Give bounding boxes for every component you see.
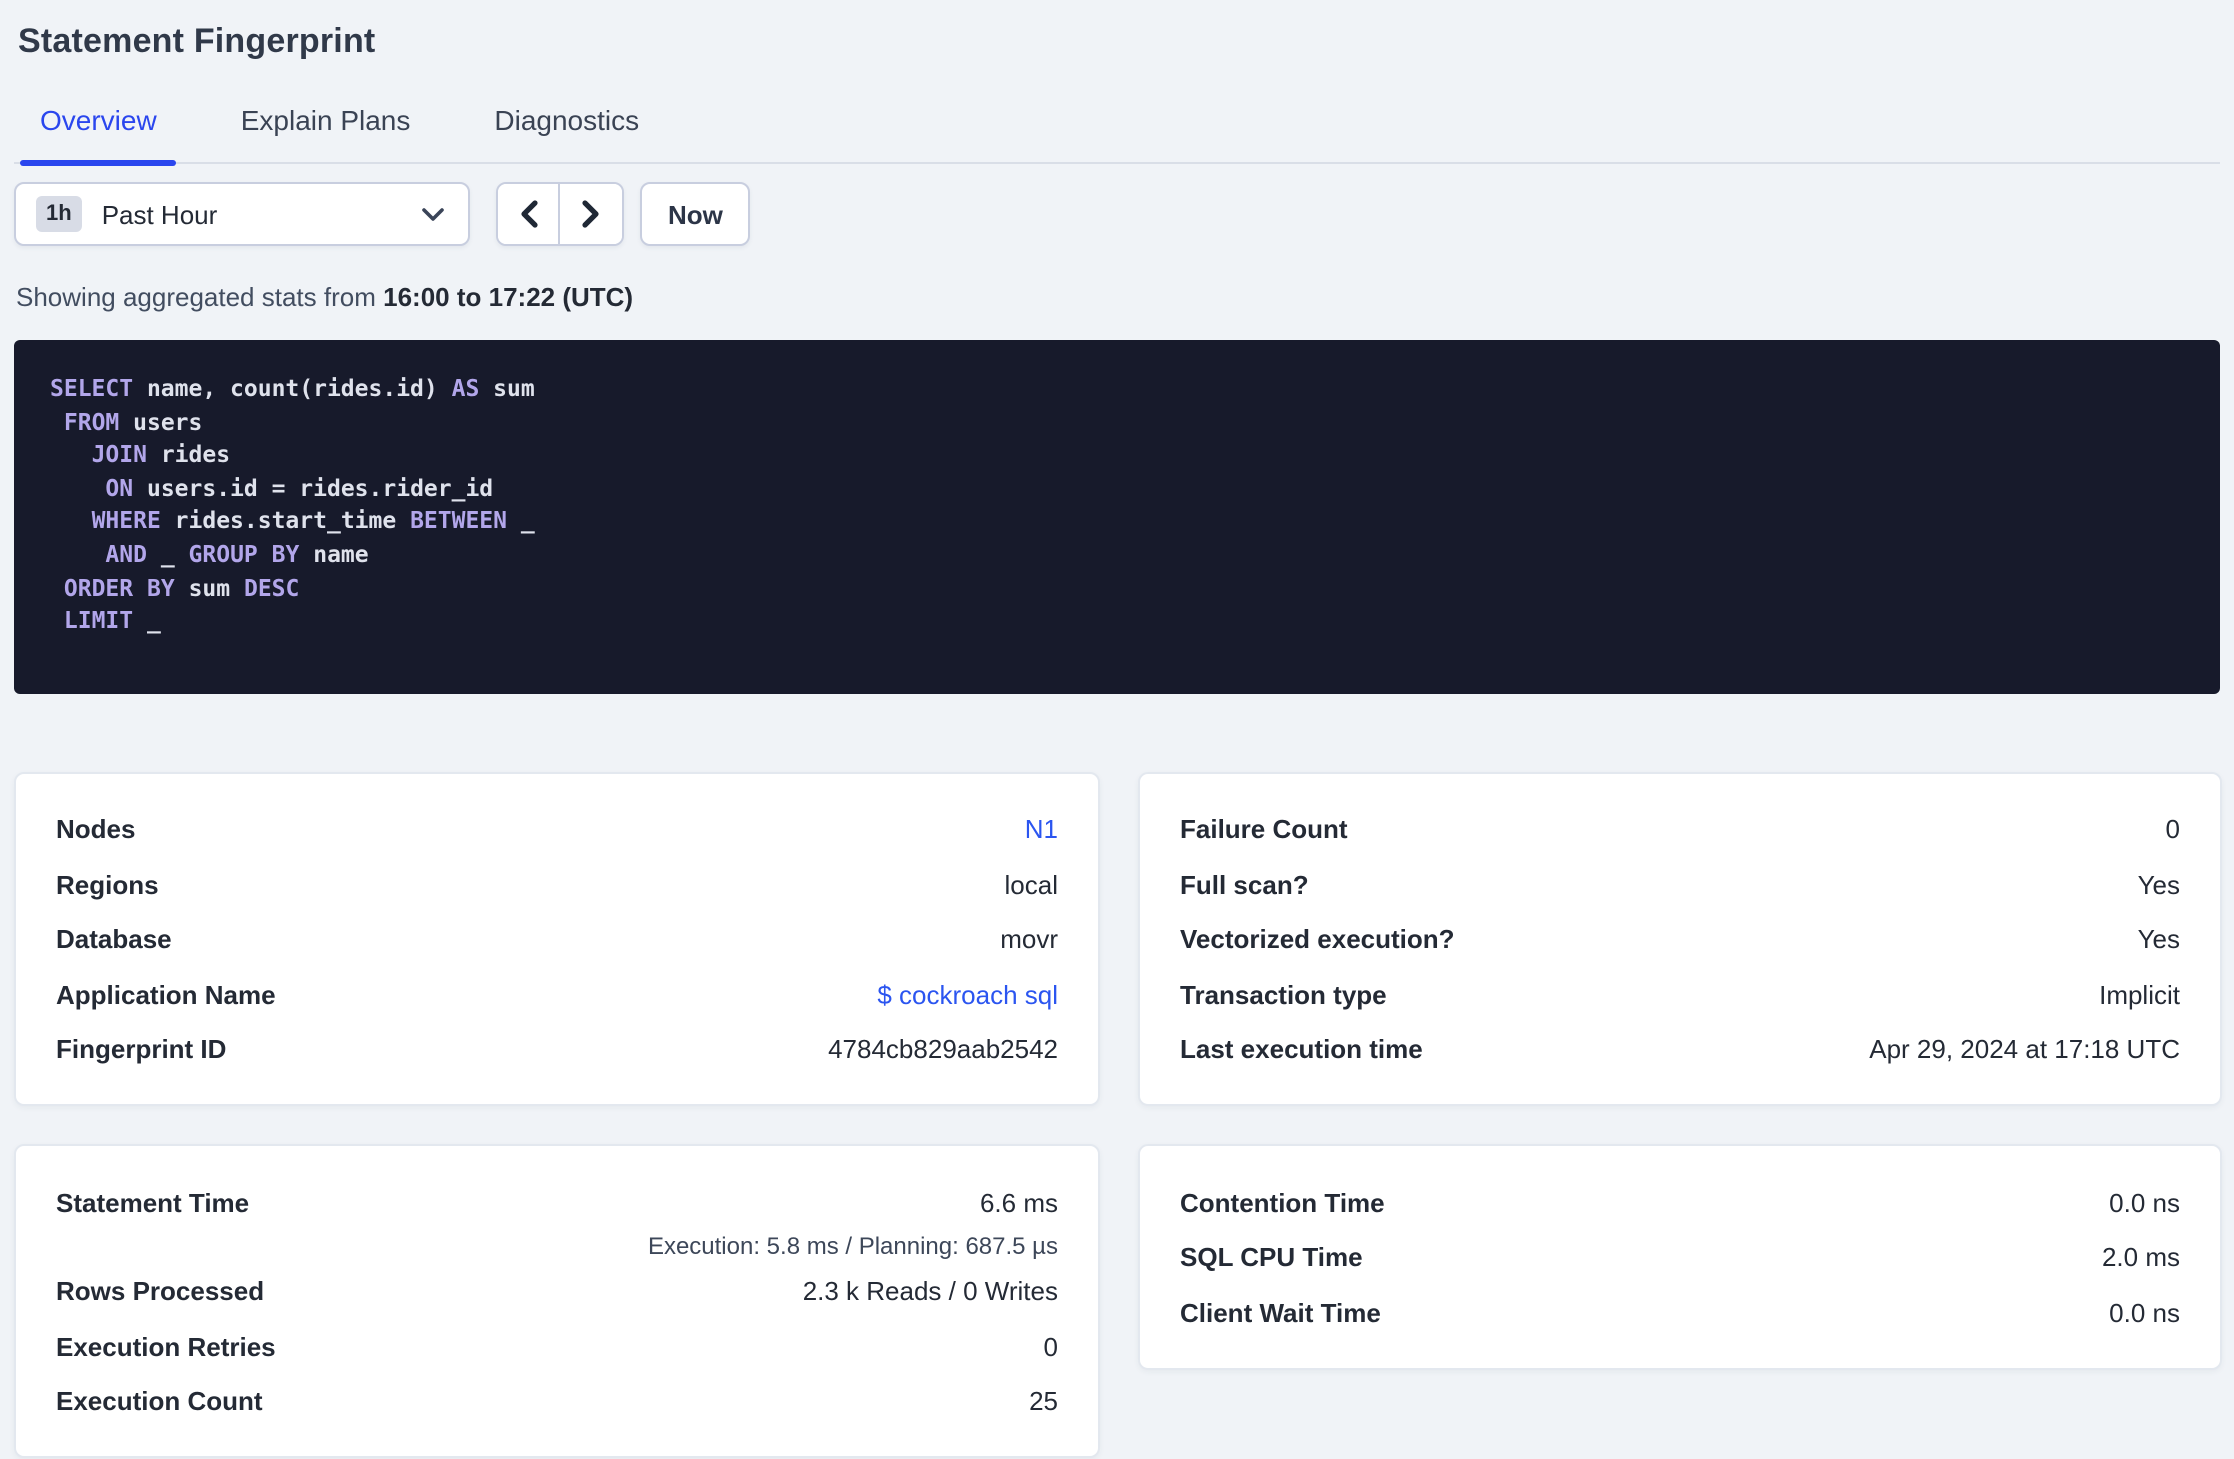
time-range-picker[interactable]: 1h Past Hour (14, 182, 470, 246)
tab-overview[interactable]: Overview (20, 104, 178, 166)
kv-row-execution-count: Execution Count 25 (56, 1374, 1058, 1429)
kv-row-full-scan: Full scan? Yes (1180, 857, 2180, 912)
kv-value: 0 (1043, 1331, 1058, 1361)
kv-label: Execution Count (56, 1386, 263, 1416)
kv-label: SQL CPU Time (1180, 1242, 1363, 1272)
kv-value: 0.0 ns (2109, 1187, 2180, 1217)
kv-row-fingerprint-id: Fingerprint ID 4784cb829aab2542 (56, 1022, 1058, 1077)
previous-interval-button[interactable] (498, 184, 560, 244)
overview-card-left: Nodes N1 Regions local Database movr App… (14, 771, 1100, 1107)
kv-value: Implicit (2099, 979, 2180, 1009)
kv-value: 0 (2165, 814, 2180, 844)
overview-card-right: Failure Count 0 Full scan? Yes Vectorize… (1138, 771, 2222, 1107)
time-controls: 1h Past Hour Now (14, 182, 2220, 246)
now-button[interactable]: Now (640, 182, 751, 246)
kv-label: Last execution time (1180, 1034, 1423, 1064)
tab-bar: Overview Explain Plans Diagnostics (14, 104, 2220, 166)
kv-label: Contention Time (1180, 1187, 1385, 1217)
kv-value: 6.6 ms (979, 1187, 1058, 1217)
kv-value: 0.0 ns (2109, 1297, 2180, 1327)
tab-diagnostics[interactable]: Diagnostics (474, 104, 659, 162)
kv-row-failure-count: Failure Count 0 (1180, 802, 2180, 857)
stats-caption-range: 16:00 to 17:22 (UTC) (383, 282, 634, 312)
stats-caption-prefix: Showing aggregated stats from (16, 282, 384, 312)
kv-row-execution-retries: Execution Retries 0 (56, 1319, 1058, 1374)
kv-value: 2.3 k Reads / 0 Writes (802, 1276, 1058, 1306)
chevron-right-icon (582, 200, 599, 228)
sql-statement-box: SELECT name, count(rides.id) AS sum FROM… (14, 340, 2220, 694)
kv-value: Apr 29, 2024 at 17:18 UTC (1869, 1034, 2180, 1064)
chevron-left-icon (520, 200, 537, 228)
kv-label: Statement Time (56, 1187, 250, 1217)
timing-card-left: Statement Time 6.6 ms Execution: 5.8 ms … (14, 1144, 1100, 1459)
nodes-link[interactable]: N1 (1025, 814, 1058, 844)
kv-value: Yes (2137, 924, 2180, 954)
kv-row-client-wait-time: Client Wait Time 0.0 ns (1180, 1285, 2180, 1340)
kv-label: Execution Retries (56, 1331, 276, 1361)
timing-card-right: Contention Time 0.0 ns SQL CPU Time 2.0 … (1138, 1144, 2222, 1370)
kv-label: Nodes (56, 814, 136, 844)
statement-time-breakdown: Execution: 5.8 ms / Planning: 687.5 µs (647, 1231, 1058, 1260)
kv-label: Failure Count (1180, 814, 1348, 844)
kv-row-contention-time: Contention Time 0.0 ns (1180, 1175, 2180, 1230)
kv-label: Transaction type (1180, 979, 1387, 1009)
kv-row-transaction-type: Transaction type Implicit (1180, 967, 2180, 1022)
time-range-badge: 1h (36, 196, 82, 232)
page-title: Statement Fingerprint (18, 22, 376, 60)
kv-value: 2.0 ms (2101, 1242, 2180, 1272)
kv-row-application-name: Application Name $ cockroach sql (56, 967, 1058, 1022)
statement-fingerprint-page: Statement Fingerprint Overview Explain P… (0, 0, 2234, 1459)
application-name-link[interactable]: $ cockroach sql (877, 979, 1058, 1009)
kv-value: movr (1000, 924, 1058, 954)
kv-row-database: Database movr (56, 912, 1058, 967)
kv-label: Fingerprint ID (56, 1034, 227, 1064)
kv-row-nodes: Nodes N1 (56, 802, 1058, 857)
kv-row-rows-processed: Rows Processed 2.3 k Reads / 0 Writes (56, 1264, 1058, 1319)
kv-value: 25 (1029, 1386, 1058, 1416)
kv-label: Database (56, 924, 172, 954)
aggregated-stats-caption: Showing aggregated stats from 16:00 to 1… (16, 282, 2220, 312)
chevron-down-icon (422, 207, 444, 220)
kv-row-sql-cpu-time: SQL CPU Time 2.0 ms (1180, 1230, 2180, 1285)
kv-value: local (1004, 869, 1059, 899)
summary-cards: Nodes N1 Regions local Database movr App… (14, 771, 2222, 1459)
kv-row-vectorized-execution: Vectorized execution? Yes (1180, 912, 2180, 967)
kv-row-statement-time: Statement Time 6.6 ms (56, 1175, 1058, 1230)
kv-row-regions: Regions local (56, 857, 1058, 912)
tab-explain-plans[interactable]: Explain Plans (221, 104, 431, 162)
kv-label: Full scan? (1180, 869, 1309, 899)
time-interval-stepper (496, 182, 624, 246)
kv-label: Regions (56, 869, 159, 899)
kv-label: Application Name (56, 979, 276, 1009)
kv-label: Client Wait Time (1180, 1297, 1381, 1327)
next-interval-button[interactable] (560, 184, 622, 244)
time-range-label: Past Hour (101, 199, 218, 229)
kv-label: Vectorized execution? (1180, 924, 1455, 954)
kv-row-last-execution-time: Last execution time Apr 29, 2024 at 17:1… (1180, 1022, 2180, 1077)
kv-label: Rows Processed (56, 1276, 265, 1306)
kv-value: 4784cb829aab2542 (828, 1034, 1058, 1064)
kv-value: Yes (2137, 869, 2180, 899)
